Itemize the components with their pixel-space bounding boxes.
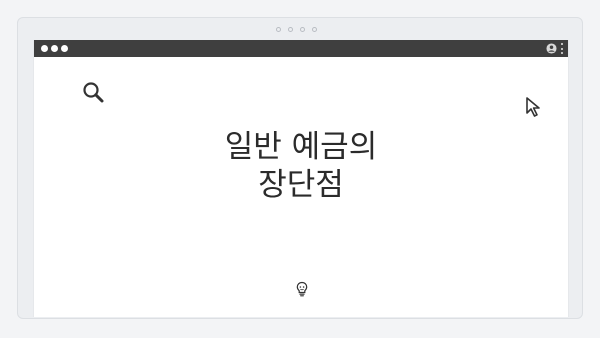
lightbulb-icon — [296, 281, 308, 297]
pagination-dot — [300, 27, 305, 32]
kebab-menu-icon[interactable] — [560, 43, 564, 54]
page-title-line-1: 일반 예금의 — [224, 129, 378, 165]
page-title-line-2: 장단점 — [258, 167, 344, 203]
pagination-dot — [276, 27, 281, 32]
maximize-window-button[interactable] — [61, 45, 68, 52]
window-titlebar — [34, 40, 568, 57]
search-icon — [83, 82, 104, 103]
titlebar-actions — [546, 42, 564, 55]
browser-window: 일반 예금의 장단점 — [33, 40, 569, 317]
pagination-dot — [312, 27, 317, 32]
frame-pagination-dots — [276, 27, 317, 32]
page: 일반 예금의 장단점 — [0, 0, 600, 338]
minimize-window-button[interactable] — [51, 45, 58, 52]
close-window-button[interactable] — [41, 45, 48, 52]
cursor-arrow-icon — [526, 97, 540, 117]
user-icon[interactable] — [546, 43, 557, 54]
pagination-dot — [288, 27, 293, 32]
window-controls — [41, 45, 68, 52]
page-title: 일반 예금의 장단점 — [34, 128, 568, 204]
